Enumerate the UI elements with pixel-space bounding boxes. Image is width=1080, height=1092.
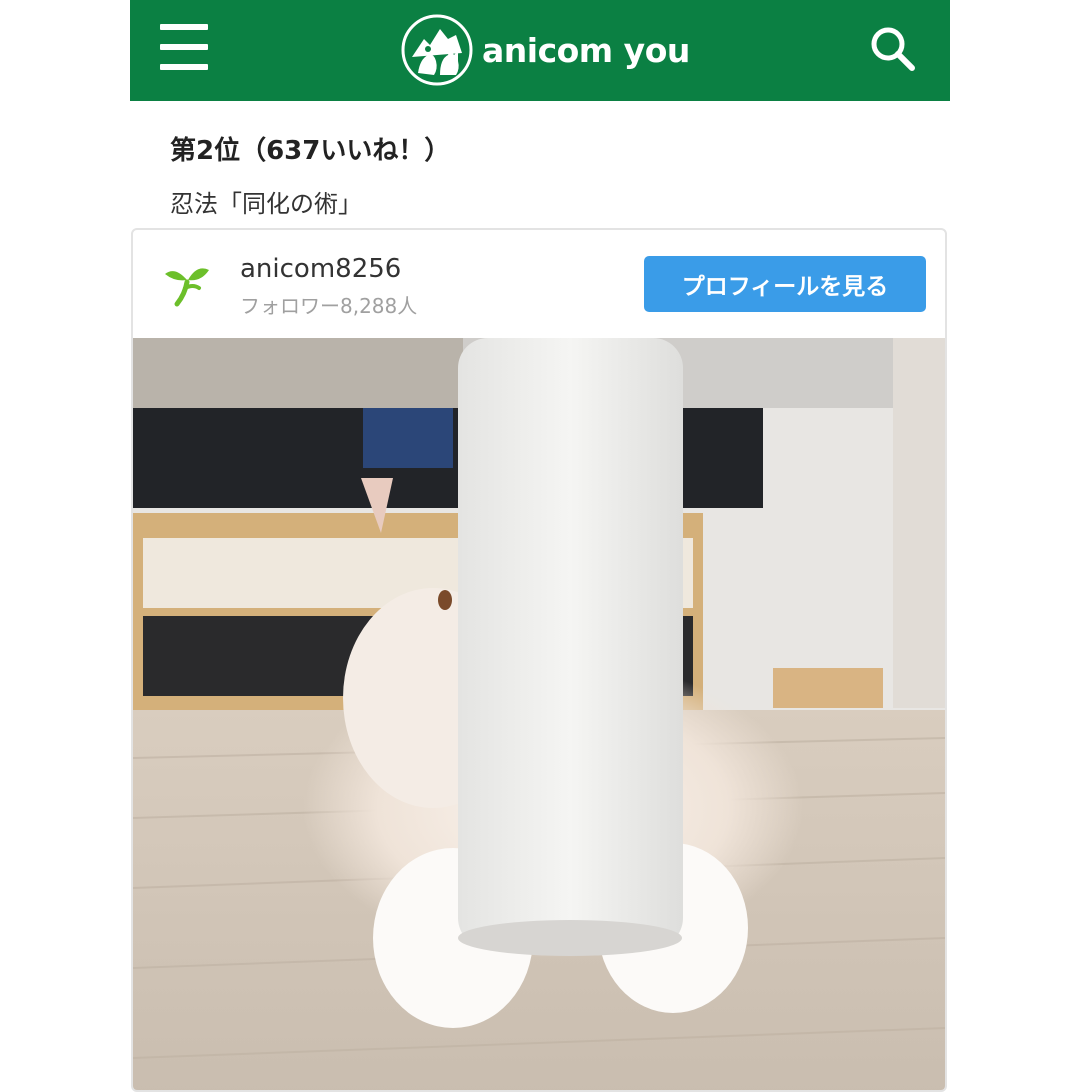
menu-icon[interactable]	[160, 24, 210, 70]
anicom-logo-icon	[401, 14, 473, 86]
brand-name: anicom you	[482, 30, 690, 70]
search-icon[interactable]	[868, 24, 918, 74]
sprout-avatar-icon[interactable]	[163, 260, 211, 308]
card-header: anicom8256 フォロワー8,288人 プロフィールを見る	[133, 230, 945, 338]
username[interactable]: anicom8256	[240, 254, 401, 284]
post-caption: 忍法「同化の術」	[170, 190, 362, 218]
view-profile-button[interactable]: プロフィールを見る	[644, 256, 926, 312]
app-header: anicom you	[130, 0, 950, 101]
rank-title: 第2位（637いいね！）	[170, 136, 451, 166]
post-photo[interactable]	[133, 338, 945, 1092]
follower-count: フォロワー8,288人	[240, 294, 418, 318]
brand-logo[interactable]: anicom you	[400, 10, 690, 90]
post-card: anicom8256 フォロワー8,288人 プロフィールを見る	[131, 228, 947, 1092]
